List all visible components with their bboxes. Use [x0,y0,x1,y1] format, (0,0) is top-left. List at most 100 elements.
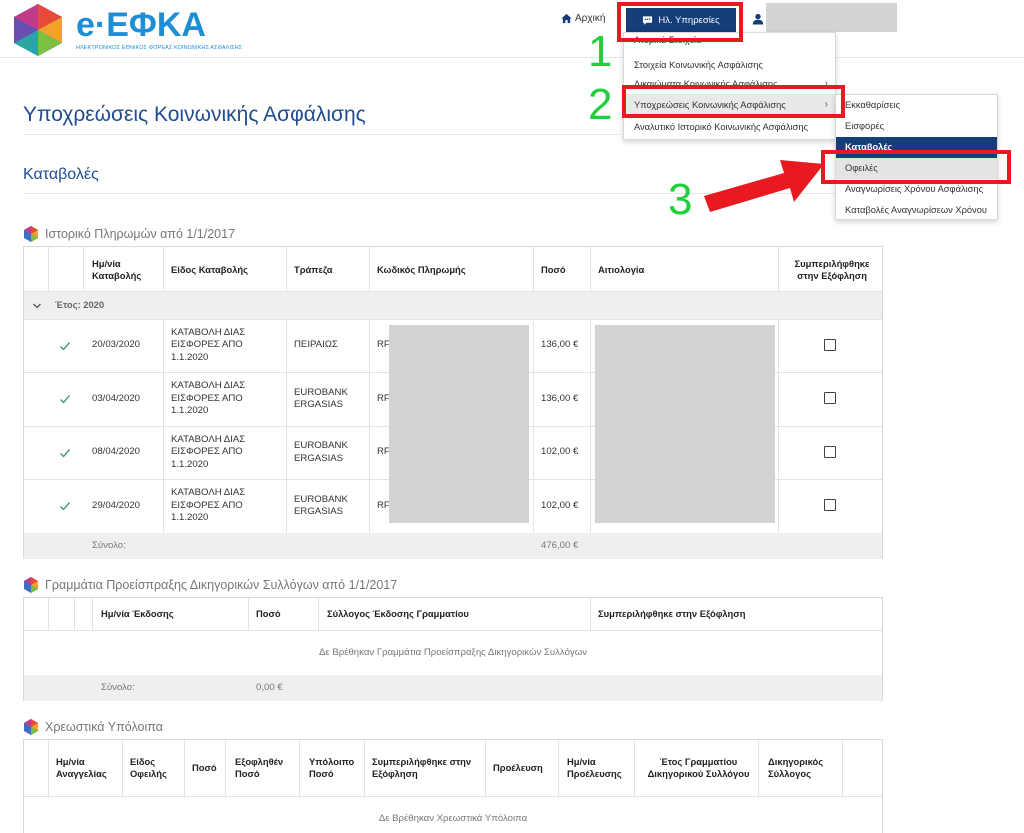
payment-type: ΚΑΤΑΒΟΛΗ ΔΙΑΣ ΕΙΣΦΟΡΕΣ ΑΠΟ 1.1.2020 [171,433,246,470]
header-association[interactable]: Σύλλογος Έκδοσης Γραμματίου [327,598,469,630]
hexagon-logo-icon [14,4,62,56]
title-divider [23,134,620,135]
header-amount[interactable]: Ποσό [192,740,222,796]
header-announcement-date[interactable]: Ημ/νία Αναγγελίας [56,740,120,796]
included-checkbox[interactable] [824,392,836,404]
debits-empty-message: Δε Βρέθηκαν Χρεωστικά Υπόλοιπα [378,813,528,824]
payments-table: Ημ/νία Καταβολής Είδος Καταβολής Τράπεζα… [23,246,883,559]
header-lawyer-association[interactable]: Δικηγορικός Σύλλογος [768,740,840,796]
col-divider [48,247,49,291]
check-icon [60,449,71,458]
payments-group-title-text: Ιστορικό Πληρωμών από 1/1/2017 [45,227,236,241]
payment-bank: ΠΕΙΡΑΙΩΣ [294,339,338,351]
menu-item-label: Στοιχεία Κοινωνικής Ασφάλισης [634,60,763,70]
menu-item-insurance-details[interactable]: Στοιχεία Κοινωνικής Ασφάλισης [624,54,835,76]
payments-group-title: Ιστορικό Πληρωμών από 1/1/2017 [23,226,235,242]
annotation-box-2 [622,85,845,118]
user-name-redacted[interactable] [766,3,897,32]
payment-type: ΚΑΤΑΒΟΛΗ ΔΙΑΣ ΕΙΣΦΟΡΕΣ ΑΠΟ 1.1.2020 [171,326,246,363]
header-amount[interactable]: Ποσό [541,255,586,285]
header-origin[interactable]: Προέλευση [493,740,555,796]
payments-footer-label: Σύνολο: [92,539,126,551]
header-paid-amount[interactable]: Εξοφληθέν Ποσό [235,740,297,796]
col-divider [248,598,249,630]
annotation-arrow-icon [704,160,824,212]
home-link[interactable]: Αρχική [561,13,605,24]
col-divider [318,598,319,630]
payment-code: RF [377,499,390,511]
col-divider [778,247,779,291]
header-debt-type[interactable]: Είδος Οφειλής [130,740,182,796]
submenu-item-recognition-payments[interactable]: Καταβολές Αναγνωρίσεων Χρόνου [836,200,997,221]
user-icon[interactable] [752,13,764,25]
col-divider [74,598,75,630]
lawyers-table: Ημ/νία Έκδοσης Ποσό Σύλλογος Έκδοσης Γρα… [23,597,883,701]
payment-bank: EUROBANK ERGASIAS [294,440,348,464]
included-checkbox[interactable] [824,499,836,511]
header-origin-date[interactable]: Ημ/νία Προέλευσης [567,740,633,796]
col-divider [842,740,843,796]
check-icon [60,395,71,404]
check-icon [60,502,71,511]
chevron-down-icon[interactable] [32,302,42,310]
col-divider [558,740,559,796]
header-included[interactable]: Συμπεριλήφθηκε στην Εξόφληση [372,740,482,796]
home-icon [561,13,572,24]
hexagon-bullet-icon [24,226,38,242]
page-title: Υποχρεώσεις Κοινωνικής Ασφάλισης [23,103,366,126]
header-divider [24,630,882,631]
payment-type: ΚΑΤΑΒΟΛΗ ΔΙΑΣ ΕΙΣΦΟΡΕΣ ΑΠΟ 1.1.2020 [171,487,246,524]
efka-logo[interactable]: e·ΕΦΚΑ ΗΛΕΚΤΡΟΝΙΚΟΣ ΕΘΝΙΚΟΣ ΦΟΡΕΑΣ ΚΟΙΝΩ… [10,2,242,56]
header-reason[interactable]: Αιτιολογία [598,255,768,285]
debits-table: Ημ/νία Αναγγελίας Είδος Οφειλής Ποσό Εξο… [23,739,883,833]
submenu-item-clearances[interactable]: Εκκαθαρίσεις [836,95,997,116]
payment-amount: 136,00 € [541,339,579,351]
payment-code: RF [377,392,390,404]
lawyers-group-title-text: Γραμμάτια Προείσπραξης Δικηγορικών Συλλό… [45,578,398,592]
header-divider [24,796,882,797]
col-divider [48,740,49,796]
submenu-item-contributions[interactable]: Εισφορές [836,116,997,137]
payment-amount: 102,00 € [541,446,579,458]
annotation-number-2: 2 [588,80,613,129]
payment-bank: EUROBANK ERGASIAS [294,493,348,517]
menu-item-insurance-history[interactable]: Αναλυτικό Ιστορικό Κοινωνικής Ασφάλισης [624,116,835,138]
year-group-label: Έτος: 2020 [55,299,105,311]
header-lawyer-receipt-year[interactable]: Έτος Γραμματίου Δικηγορικού Συλλόγου [641,740,756,796]
included-checkbox[interactable] [824,339,836,351]
col-divider [92,598,93,630]
section-title: Καταβολές [23,166,99,183]
col-divider [369,247,370,291]
col-divider [485,740,486,796]
annotation-box-1 [617,2,743,42]
header-amount[interactable]: Ποσό [256,598,281,630]
year-group-row[interactable]: Έτος: 2020 [24,292,882,319]
payment-bank: EUROBANK ERGASIAS [294,386,348,410]
col-divider [48,598,49,630]
col-divider [533,247,534,291]
app-root: e·ΕΦΚΑ ΗΛΕΚΤΡΟΝΙΚΟΣ ΕΘΝΙΚΟΣ ΦΟΡΕΑΣ ΚΟΙΝΩ… [0,0,1024,833]
header-bank[interactable]: Τράπεζα [294,255,364,285]
included-checkbox[interactable] [824,446,836,458]
col-divider [225,740,226,796]
col-divider [758,740,759,796]
header-issue-date[interactable]: Ημ/νία Έκδοσης [101,598,174,630]
home-link-label: Αρχική [575,13,606,24]
header-payment-date[interactable]: Ημ/νία Καταβολής [92,255,162,285]
payments-footer-total: 476,00 € [541,539,579,551]
annotation-number-1: 1 [588,27,613,76]
payments-footer-row: Σύνολο: 476,00 € [24,533,882,559]
annotation-number-3: 3 [668,175,693,224]
header-included[interactable]: Συμπεριλήφθηκε στην Εξόφληση [598,598,745,630]
header-balance[interactable]: Υπόλοιπο Ποσό [309,740,361,796]
header-included[interactable]: Συμπεριλήφθηκε στην Εξόφληση [784,255,880,285]
payment-date: 03/04/2020 [92,392,141,404]
payment-date: 20/03/2020 [92,339,141,351]
payment-amount: 102,00 € [541,499,579,511]
lawyers-footer-label: Σύνολο: [101,681,135,693]
header-payment-code[interactable]: Κωδικός Πληρωμής [377,255,527,285]
debits-group-title-text: Χρεωστικά Υπόλοιπα [45,720,163,734]
col-divider [184,740,185,796]
col-divider [83,247,84,291]
header-payment-type[interactable]: Είδος Καταβολής [171,255,281,285]
